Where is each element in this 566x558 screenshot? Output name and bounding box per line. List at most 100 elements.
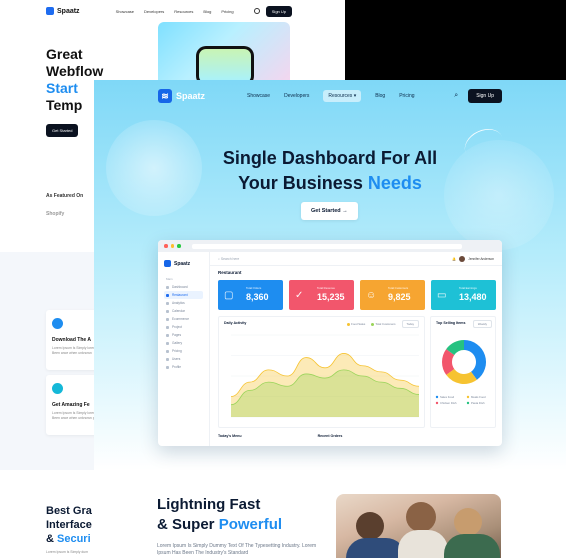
stat-label: Total Orders	[246, 286, 262, 290]
mid-head-accent: Powerful	[218, 516, 283, 533]
sidebar-item-gallery[interactable]: Gallery	[164, 339, 203, 347]
bell-icon[interactable]: 🔔	[452, 257, 456, 261]
stat-value: 9,825	[388, 292, 411, 302]
back-hero-line3: Start	[46, 80, 78, 96]
stat-label: Total Revenue	[317, 286, 335, 290]
back-nav-developers[interactable]: Developers	[144, 9, 164, 14]
sidebar-item-analytics[interactable]: Analytics	[164, 299, 203, 307]
dashboard-brand: Spaatz	[164, 260, 203, 267]
sparkle-icon	[52, 383, 63, 394]
featured-heading: As Featured On	[46, 193, 84, 199]
get-started-label: Get Started	[311, 208, 341, 214]
nav-blog[interactable]: Blog	[375, 93, 385, 99]
stat-card-orders[interactable]: ▢ Total Orders 8,360	[218, 280, 283, 310]
user-menu[interactable]: 🔔 Jennifer Anderson	[452, 255, 494, 262]
dashboard-search-input[interactable]: ⌕ Search here	[218, 257, 239, 261]
sidebar-item-label: Pricing	[172, 349, 182, 353]
back-nav-resources[interactable]: Resources	[174, 9, 193, 14]
spaatz-logo-icon	[46, 7, 54, 15]
back-hero-line2: Webflow	[46, 63, 104, 79]
back-signup-button[interactable]: Sign Up	[265, 5, 292, 17]
nav-developers[interactable]: Developers	[284, 93, 309, 99]
donut-chart: Sales Food Meals Food Chicken Dish Pasta Di…	[435, 340, 486, 405]
bottom-panels-headers: Today's Menu Recent Orders	[218, 434, 496, 438]
credit-card-icon: ▭	[437, 289, 447, 301]
featured-logo: Shopify	[46, 211, 65, 217]
lightning-heading: Lightning Fast & Super Powerful	[157, 495, 282, 535]
users-icon	[166, 357, 169, 361]
back-nav-pricing[interactable]: Pricing	[221, 9, 233, 14]
mid-head-line2: & Super	[157, 516, 219, 533]
legend-label: Sales Food	[440, 395, 455, 399]
back-get-started-button[interactable]: Get Started	[46, 124, 79, 137]
back-navbar: Spaatz Showcase Developers Resources Blo…	[0, 0, 345, 22]
box-icon: ▢	[224, 289, 234, 301]
person-head	[454, 508, 482, 536]
arrow-right-icon: →	[342, 208, 348, 214]
left-head-line1: Best Gra	[46, 505, 92, 517]
sidebar-item-label: Dashboard	[172, 285, 188, 289]
home-icon	[166, 285, 169, 289]
legend-swatch	[435, 395, 439, 399]
back-hero-line1: Great	[46, 46, 83, 62]
address-bar[interactable]	[191, 243, 462, 249]
chevron-down-icon: ▾	[353, 93, 357, 99]
nav-resources-label: Resources	[328, 93, 353, 99]
lightning-description: Lorem Ipsum Is Simply Dummy Text Of The …	[157, 543, 317, 556]
maximize-dot-icon[interactable]	[177, 244, 181, 248]
headline-line1: Single Dashboard For All	[222, 148, 438, 168]
back-nav-blog[interactable]: Blog	[203, 9, 211, 14]
user-icon	[166, 365, 169, 369]
legend-label: Chicken Dish	[440, 401, 457, 405]
main-nav-links: Showcase Developers Resources ▾ Blog Pri…	[247, 90, 415, 102]
download-icon	[52, 318, 63, 329]
sidebar-item-ecommerce[interactable]: Ecommerce	[164, 315, 203, 323]
nav-pricing[interactable]: Pricing	[399, 93, 414, 99]
search-icon[interactable]: ⌕	[454, 92, 458, 100]
browser-chrome	[158, 240, 502, 252]
sidebar-item-calendar[interactable]: Calendar	[164, 307, 203, 315]
legend-swatch	[435, 401, 439, 405]
mid-head-line1: Lightning Fast	[157, 496, 261, 513]
sidebar-item-pricing[interactable]: Pricing	[164, 347, 203, 355]
stat-value: 8,360	[246, 292, 269, 302]
signup-button[interactable]: Sign Up	[468, 89, 502, 103]
left-heading: Best Gra Interface & Securi	[46, 504, 106, 546]
sidebar-item-profile[interactable]: Profile	[164, 363, 203, 371]
search-placeholder: Search here	[220, 256, 240, 261]
sidebar-item-users[interactable]: Users	[164, 355, 203, 363]
left-head-line3: &	[46, 533, 57, 545]
main-logo[interactable]: ≋ Spaatz	[158, 89, 205, 103]
nav-showcase[interactable]: Showcase	[247, 93, 270, 99]
sidebar-item-pages[interactable]: Pages	[164, 331, 203, 339]
user-name: Jennifer Anderson	[468, 256, 494, 261]
sidebar-item-restaurant[interactable]: Restaurant	[164, 291, 203, 299]
person-body	[346, 538, 406, 558]
back-hero-line4: Temp	[46, 97, 83, 113]
sidebar-item-project[interactable]: Project	[164, 323, 203, 331]
legend-swatch	[466, 395, 470, 399]
stat-card-earnings[interactable]: ▭ Total Earnings 13,480	[431, 280, 496, 310]
stat-value: 13,480	[459, 292, 487, 302]
back-logo[interactable]: Spaatz	[46, 7, 80, 15]
stat-value: 15,235	[317, 292, 345, 302]
nav-resources[interactable]: Resources ▾	[323, 90, 362, 102]
person-head	[406, 502, 436, 532]
get-started-button[interactable]: Get Started →	[301, 202, 358, 220]
headline-accent: Needs	[367, 173, 422, 193]
sidebar-item-label: Users	[172, 357, 181, 361]
stat-card-revenue[interactable]: ✓ Total Revenue 15,235	[289, 280, 354, 310]
sidebar-item-label: Gallery	[172, 341, 183, 345]
legend-label: Pasta Dish	[471, 401, 485, 405]
sidebar-item-label: Project	[172, 325, 182, 329]
cart-icon	[166, 317, 169, 321]
person-body	[444, 534, 500, 558]
folder-icon	[166, 325, 169, 329]
back-search-icon[interactable]	[253, 8, 260, 14]
back-nav-showcase[interactable]: Showcase	[116, 9, 134, 14]
sidebar-section-label: Main	[166, 277, 173, 281]
minimize-dot-icon[interactable]	[170, 244, 174, 248]
sidebar-item-dashboard[interactable]: Dashboard	[164, 283, 203, 291]
close-dot-icon[interactable]	[164, 244, 168, 248]
stat-card-customers[interactable]: ☺ Total Customers 9,825	[360, 280, 425, 310]
